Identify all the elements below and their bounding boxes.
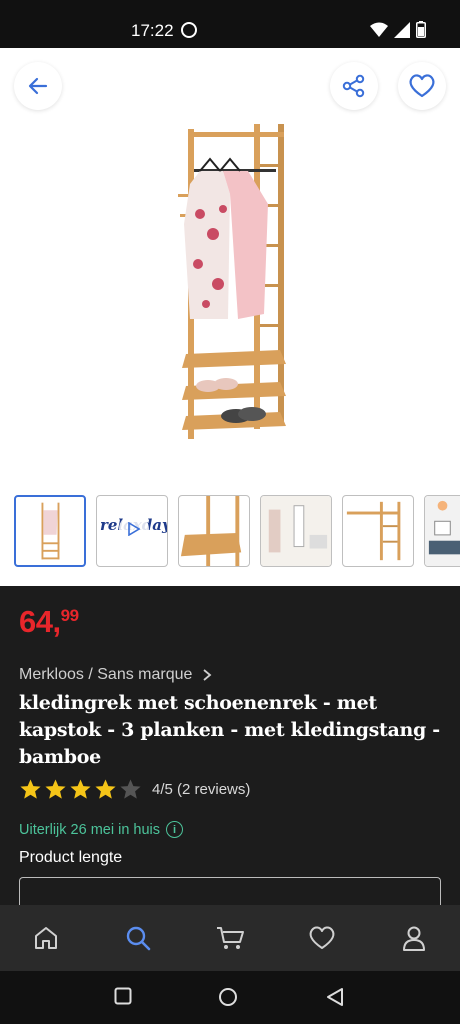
product-image[interactable] (168, 124, 298, 454)
product-gallery: relaxdays (0, 48, 460, 586)
nav-favorites[interactable] (297, 913, 347, 963)
size-label: Product lengte (19, 849, 123, 866)
delivery-text: Uiterlijk 26 mei in huis (19, 821, 161, 838)
thumbnail-image (425, 496, 460, 566)
home-button-icon[interactable] (218, 987, 238, 1007)
star-empty-icon (120, 779, 141, 799)
nav-cart[interactable] (205, 913, 255, 963)
nav-search[interactable] (113, 913, 163, 963)
nav-account[interactable] (389, 913, 439, 963)
product-info: 64,99 Merkloos / Sans marque kledingrek … (0, 586, 460, 917)
cart-icon (217, 927, 244, 949)
play-icon (119, 514, 149, 544)
price-main: 64, (19, 604, 61, 639)
status-icons (370, 21, 426, 38)
favorite-button[interactable] (398, 62, 446, 110)
thumbnail-5[interactable] (342, 495, 414, 567)
thumbnail-2-video[interactable]: relaxdays (96, 495, 168, 567)
wifi-icon (370, 22, 388, 37)
brand-label: Merkloos / Sans marque (19, 666, 193, 683)
share-icon (342, 74, 365, 98)
thumbnail-image (346, 501, 401, 561)
recents-icon[interactable] (114, 987, 132, 1005)
heart-icon (409, 74, 435, 98)
chevron-right-icon (203, 669, 212, 681)
delivery-info: Uiterlijk 26 mei in huis i (19, 821, 184, 838)
thumbnail-image (180, 496, 242, 566)
star-filled-icon (70, 779, 91, 799)
home-icon (35, 927, 57, 949)
back-button[interactable] (14, 62, 62, 110)
signal-icon (394, 21, 410, 38)
back-nav-icon[interactable] (326, 987, 344, 1007)
thumbnail-image (261, 496, 331, 566)
thumbnail-strip: relaxdays (14, 495, 460, 567)
star-filled-icon (20, 779, 41, 799)
rating[interactable]: 4/5 (2 reviews) (19, 778, 250, 801)
star-filled-icon (95, 779, 116, 799)
price: 64,99 (19, 604, 79, 640)
share-button[interactable] (330, 62, 378, 110)
star-filled-icon (45, 779, 66, 799)
price-cents: 99 (60, 606, 79, 625)
search-icon (126, 926, 151, 951)
thumbnail-3[interactable] (178, 495, 250, 567)
thumbnail-4[interactable] (260, 495, 332, 567)
heart-icon (309, 926, 335, 949)
nav-home[interactable] (21, 913, 71, 963)
product-title: kledingrek met schoenenrek - met kapstok… (19, 692, 440, 768)
thumbnail-6[interactable] (424, 495, 460, 567)
sync-icon (181, 22, 197, 38)
thumbnail-image (41, 502, 60, 560)
rating-text: 4/5 (2 reviews) (152, 781, 251, 798)
brand-link[interactable]: Merkloos / Sans marque (19, 666, 213, 684)
status-time: 17:22 (131, 21, 174, 40)
thumbnail-1[interactable] (14, 495, 86, 567)
info-icon[interactable]: i (166, 821, 184, 838)
arrow-left-icon (28, 77, 48, 95)
system-navigation (0, 971, 460, 1024)
battery-icon (416, 21, 426, 38)
bottom-navigation (0, 905, 460, 971)
account-icon (403, 926, 425, 951)
status-bar: 17:22 (0, 0, 460, 48)
